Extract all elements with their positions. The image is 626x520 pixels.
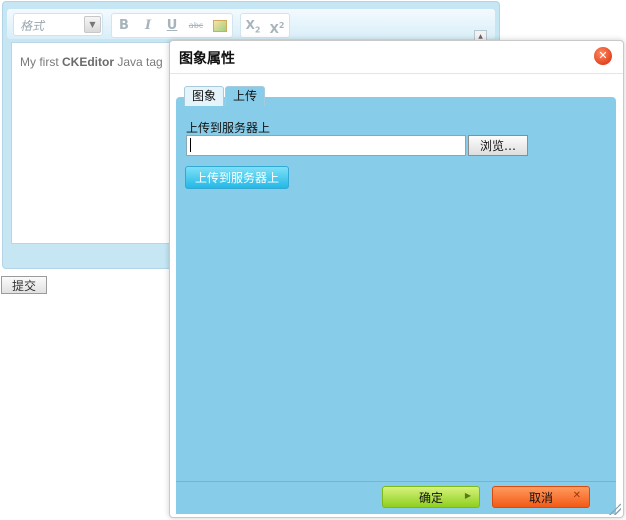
subscript-button[interactable]: X2 (241, 15, 265, 36)
editor-toolbar: 格式 ▼ B I U abc X2 X2 ▲ (7, 9, 495, 43)
italic-button[interactable]: I (136, 15, 160, 36)
editor-text-bold: CKEditor (62, 55, 114, 69)
format-combo-label: 格式 (20, 19, 45, 33)
bold-button[interactable]: B (112, 15, 136, 36)
ok-button[interactable]: 确定 ▶ (382, 486, 480, 508)
superscript-button[interactable]: X2 (265, 15, 289, 36)
file-path-input[interactable] (186, 135, 466, 156)
editor-text: My first CKEditor Java tag (20, 55, 163, 69)
editor-text-suffix: Java tag (114, 55, 163, 69)
dialog-title: 图象属性 (179, 51, 235, 67)
underline-button[interactable]: U (160, 15, 184, 36)
image-button[interactable] (208, 15, 232, 36)
resize-grip-icon[interactable] (609, 503, 621, 515)
chevron-down-icon[interactable]: ▼ (84, 16, 101, 33)
superscript-icon: X (269, 22, 279, 36)
script-button-group: X2 X2 (240, 13, 290, 38)
subscript-icon: X (245, 18, 255, 32)
browse-button[interactable]: 浏览… (468, 135, 528, 156)
ok-button-label: 确定 (418, 490, 443, 505)
image-properties-dialog: 图象属性 ✕ 上传到服务器上 浏览… 上传到服务器上 图象 上传 确定 ▶ 取消 ✕ (169, 40, 624, 518)
tab-image[interactable]: 图象 (184, 86, 225, 106)
upload-to-server-button[interactable]: 上传到服务器上 (185, 166, 289, 189)
cancel-button-label: 取消 (528, 490, 553, 505)
title-divider (170, 73, 623, 74)
image-icon (213, 19, 227, 32)
format-combo[interactable]: 格式 ▼ (13, 13, 103, 36)
close-icon[interactable]: ✕ (594, 47, 612, 65)
style-button-group: B I U abc (111, 13, 233, 38)
upload-label: 上传到服务器上 (186, 121, 271, 135)
strikethrough-button[interactable]: abc (184, 15, 208, 36)
editor-text-prefix: My first (20, 55, 62, 69)
submit-button[interactable]: 提交 (1, 276, 47, 294)
upload-tab-panel: 上传到服务器上 浏览… 上传到服务器上 (176, 97, 616, 481)
close-x-icon: ✕ (572, 490, 581, 501)
play-arrow-icon: ▶ (464, 491, 471, 500)
superscript-mark: 2 (278, 21, 285, 30)
tab-upload[interactable]: 上传 (225, 86, 266, 106)
text-caret (190, 138, 191, 152)
subscript-mark: 2 (254, 25, 261, 35)
dialog-footer: 确定 ▶ 取消 ✕ (176, 481, 616, 514)
cancel-button[interactable]: 取消 ✕ (492, 486, 590, 508)
